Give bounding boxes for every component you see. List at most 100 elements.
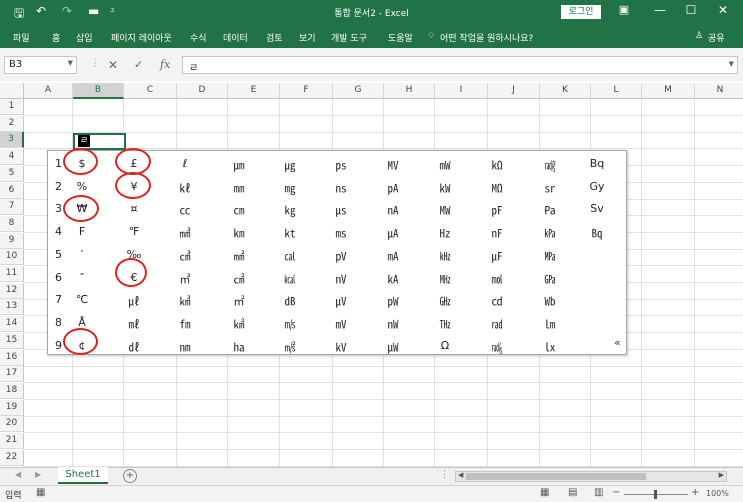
column-header[interactable]: L [591,83,642,99]
symbol-candidate[interactable]: ℉ [110,225,158,238]
horizontal-scrollbar[interactable]: ◀ ▶ [455,471,727,482]
symbol-candidate[interactable]: ㎂ [369,225,417,241]
symbol-candidate[interactable]: ㏊ [215,339,263,355]
row-header[interactable]: 4 [0,149,24,166]
column-header[interactable]: A [24,83,73,99]
row-header[interactable]: 5 [0,165,24,182]
symbol-candidate[interactable]: ㏓ [526,339,574,355]
page-break-view-icon[interactable]: ▥ [594,487,603,498]
symbol-candidate[interactable]: ㎷ [317,316,365,332]
symbol-candidate[interactable]: ㎨ [266,339,314,355]
column-header[interactable]: D [177,83,228,99]
row-header[interactable]: 13 [0,299,24,316]
symbol-candidate[interactable]: ㎞ [215,225,263,241]
symbol-candidate[interactable]: ㎫ [526,248,574,264]
symbol-candidate[interactable]: ㏅ [473,293,521,309]
symbol-candidate[interactable]: ㎍ [266,157,314,173]
symbol-candidate[interactable]: ㎾ [421,180,469,196]
row-header[interactable]: 10 [0,249,24,266]
symbol-candidate[interactable]: ㎭ [473,316,521,332]
symbol-candidate[interactable]: Å [58,316,106,329]
symbol-candidate[interactable]: ㎔ [421,316,469,332]
column-header[interactable]: C [124,83,177,99]
next-sheet-icon[interactable]: ▶ [35,470,41,479]
restore-icon[interactable]: ☐ [681,3,701,17]
name-box[interactable]: B3 ▼ [4,56,77,74]
tab-data[interactable]: 데이터 [223,31,248,44]
login-button[interactable]: 로그인 [561,5,601,19]
symbol-candidate[interactable]: ㏀ [473,157,521,173]
symbol-candidate[interactable]: ㎟ [215,248,263,264]
formula-input[interactable]: ㄹ ▼ [182,56,738,74]
symbol-candidate[interactable]: ㏏ [266,225,314,241]
zoom-slider-thumb[interactable] [654,490,657,499]
column-header[interactable]: I [435,83,488,99]
symbol-candidate[interactable]: ㎊ [473,202,521,218]
symbol-candidate[interactable]: % [58,180,106,193]
symbol-candidate[interactable]: ㎋ [473,225,521,241]
symbol-candidate[interactable]: ㎚ [161,339,209,355]
symbol-candidate[interactable]: ㎬ [526,271,574,287]
symbol-candidate[interactable]: ㏝ [526,293,574,309]
symbol-candidate[interactable]: ㎳ [317,225,365,241]
symbol-candidate[interactable]: ㎦ [161,293,209,309]
symbol-candidate[interactable]: ㎶ [317,293,365,309]
symbol-candidate[interactable]: ㎝ [215,202,263,218]
symbol-candidate[interactable]: ㎥ [161,271,209,287]
zoom-level[interactable]: 100% [706,489,729,498]
row-header[interactable]: 6 [0,182,24,199]
tab-developer[interactable]: 개발 도구 [331,31,367,44]
row-header[interactable]: 3 [0,132,24,149]
symbol-candidate[interactable]: ㎏ [266,202,314,218]
symbol-candidate[interactable]: ㎢ [215,316,263,332]
symbol-candidate[interactable]: ㎰ [317,157,365,173]
symbol-candidate[interactable]: ㏄ [161,202,209,218]
chevron-down-icon[interactable]: ▼ [68,59,73,67]
symbol-candidate[interactable]: ㎽ [421,157,469,173]
row-header[interactable]: 12 [0,282,24,299]
tab-insert[interactable]: 삽입 [76,31,93,44]
symbol-candidate[interactable]: Bq [573,157,621,170]
minimize-icon[interactable]: — [650,3,670,17]
symbol-candidate[interactable]: Ω [421,339,469,352]
symbol-candidate[interactable]: ㎐ [421,225,469,241]
symbol-candidate[interactable]: ㎉ [266,271,314,287]
zoom-in-icon[interactable]: + [691,487,699,498]
symbol-candidate[interactable]: ㏐ [526,316,574,332]
symbol-candidate[interactable]: ㎣ [161,225,209,241]
row-header[interactable]: 18 [0,382,24,399]
symbol-candidate[interactable]: ㎩ [526,202,574,218]
symbol-candidate[interactable]: ㎎ [266,180,314,196]
collapse-popup-button[interactable]: « [614,336,621,349]
symbol-candidate[interactable]: ㎿ [421,202,469,218]
column-header[interactable]: G [333,83,384,99]
close-icon[interactable]: ✕ [713,3,733,17]
symbol-candidate[interactable]: ㎺ [369,293,417,309]
symbol-candidate[interactable]: ㎼ [369,339,417,355]
symbol-candidate[interactable]: ㎡ [215,293,263,309]
prev-sheet-icon[interactable]: ◀ [15,470,21,479]
symbol-candidate[interactable]: ㎄ [369,271,417,287]
symbol-candidate[interactable]: ㎖ [110,316,158,332]
symbol-candidate[interactable]: ㎑ [421,248,469,264]
symbol-candidate[interactable]: ㎻ [369,316,417,332]
macro-record-icon[interactable]: ▦ [36,487,45,498]
symbol-candidate[interactable]: ㎘ [161,180,209,196]
cancel-icon[interactable]: ✕ [108,58,118,72]
symbol-candidate[interactable]: ㎠ [215,271,263,287]
symbol-candidate[interactable]: ㎵ [317,271,365,287]
drag-handle-icon[interactable]: ⋮ [90,58,100,69]
row-header[interactable]: 1 [0,99,24,115]
column-header[interactable]: E [228,83,280,99]
row-header[interactable]: 9 [0,232,24,249]
tab-formulas[interactable]: 수식 [190,31,207,44]
column-header[interactable]: M [642,83,695,99]
row-header[interactable]: 14 [0,316,24,333]
symbol-candidate[interactable]: ㎱ [317,180,365,196]
tab-page-layout[interactable]: 페이지 레이아웃 [111,31,172,44]
page-layout-view-icon[interactable]: ▤ [568,487,577,498]
symbol-candidate[interactable]: ㎹ [369,157,417,173]
symbol-candidate[interactable]: ㏈ [266,293,314,309]
sheet-tab[interactable]: Sheet1 [58,467,108,484]
row-header[interactable]: 16 [0,349,24,366]
